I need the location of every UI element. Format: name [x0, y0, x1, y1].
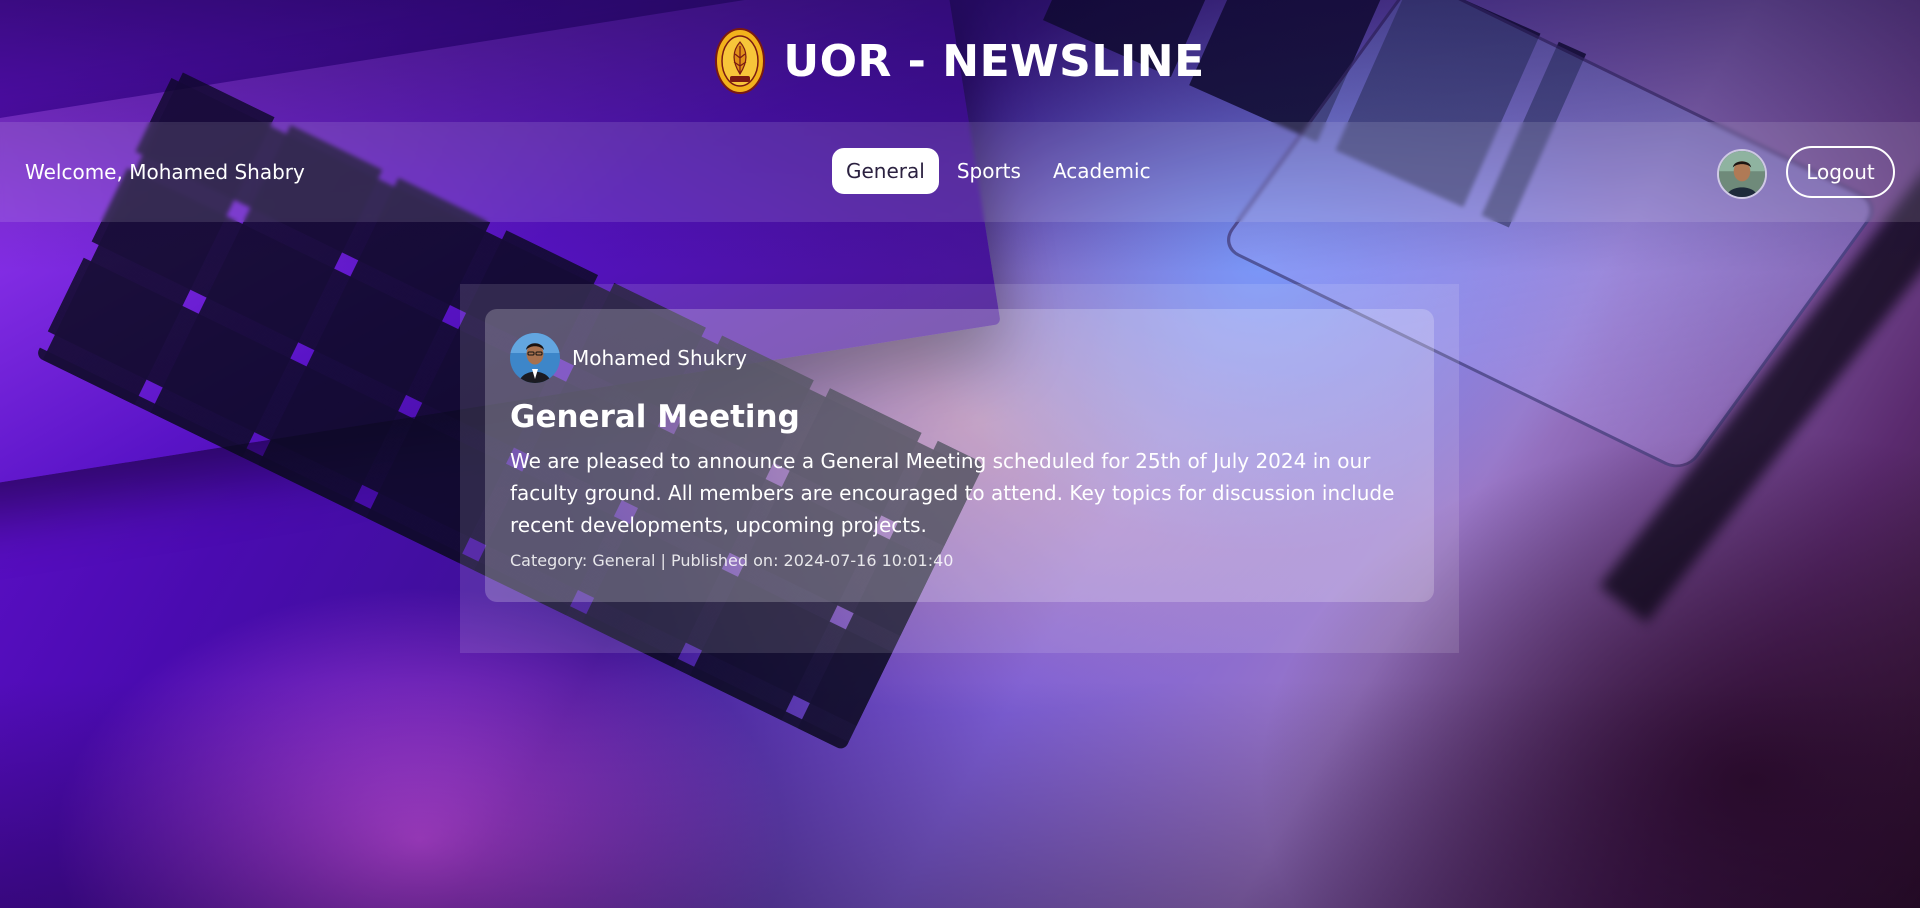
top-navbar: Welcome, Mohamed Shabry General Sports A… — [0, 122, 1920, 222]
user-avatar-icon[interactable] — [1717, 149, 1767, 199]
university-crest-icon[interactable] — [715, 28, 766, 94]
tab-academic[interactable]: Academic — [1039, 148, 1165, 194]
news-post-card: Mohamed Shukry General Meeting We are pl… — [485, 309, 1434, 602]
post-body: We are pleased to announce a General Mee… — [510, 449, 1395, 537]
author-name: Mohamed Shukry — [572, 346, 747, 370]
logout-button[interactable]: Logout — [1786, 146, 1895, 198]
site-header: UOR - NEWSLINE — [0, 0, 1920, 122]
site-title: UOR - NEWSLINE — [783, 35, 1205, 87]
welcome-message: Welcome, Mohamed Shabry — [25, 160, 305, 184]
category-tabs: General Sports Academic — [832, 148, 1165, 194]
author-avatar-icon[interactable] — [510, 333, 560, 383]
tab-sports[interactable]: Sports — [943, 148, 1035, 194]
news-feed: Mohamed Shukry General Meeting We are pl… — [460, 284, 1459, 653]
post-title: General Meeting — [510, 399, 800, 435]
post-meta: Category: General | Published on: 2024-0… — [510, 551, 954, 570]
post-author: Mohamed Shukry — [510, 333, 1409, 383]
tab-general[interactable]: General — [832, 148, 939, 194]
